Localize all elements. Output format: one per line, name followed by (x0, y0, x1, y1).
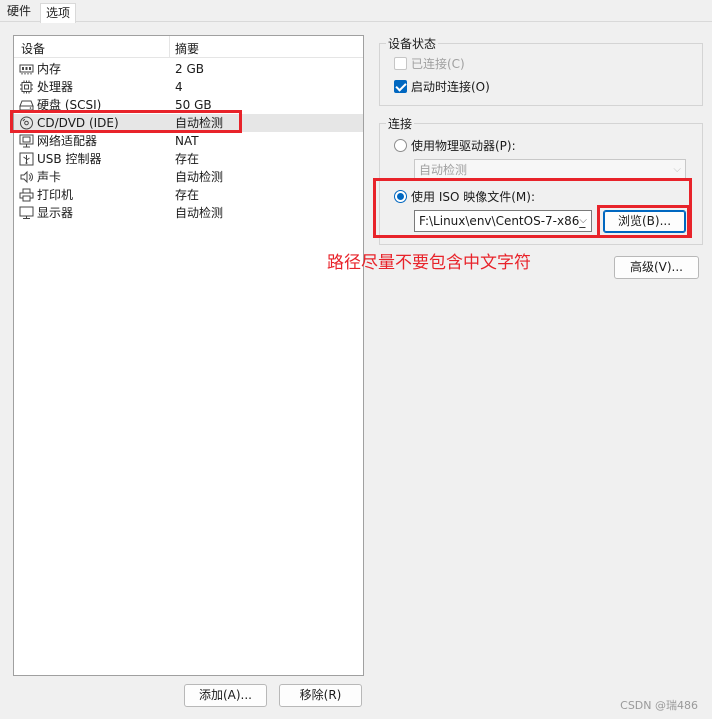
physical-drive-radio[interactable] (394, 139, 407, 152)
device-row-sound[interactable]: 声卡 自动检测 (14, 168, 363, 186)
device-list-header: 设备 摘要 (14, 36, 363, 58)
device-name: 显示器 (37, 206, 74, 220)
cd-icon (19, 116, 34, 130)
browse-button[interactable]: 浏览(B)... (603, 210, 686, 233)
device-name: 打印机 (37, 188, 74, 202)
connection-group: 连接 使用物理驱动器(P): 自动检测 ⌵ 使用 ISO 映像文件(M): F:… (379, 115, 703, 245)
device-row-usb[interactable]: USB 控制器 存在 (14, 150, 363, 168)
device-row-cd-dvd[interactable]: CD/DVD (IDE) 自动检测 (14, 114, 363, 132)
device-row-cpu[interactable]: 处理器 4 (14, 78, 363, 96)
device-summary: 存在 (175, 152, 200, 166)
usb-icon (19, 152, 34, 166)
device-row-network[interactable]: 网络适配器 NAT (14, 132, 363, 150)
device-summary: NAT (175, 134, 199, 148)
physical-drive-dropdown: 自动检测 ⌵ (414, 159, 686, 181)
device-list[interactable]: 设备 摘要 内存 2 GB 处理器 4 硬盘 (SCSI) 50 GB CD/D… (13, 35, 364, 676)
chevron-down-icon: ⌵ (673, 164, 681, 175)
device-summary: 自动检测 (175, 170, 224, 184)
device-summary: 自动检测 (175, 116, 224, 130)
group-title: 设备状态 (386, 35, 439, 52)
connect-on-power-checkbox[interactable] (394, 80, 407, 93)
device-status-group: 设备状态 已连接(C) 启动时连接(O) (379, 35, 703, 106)
tab-options[interactable]: 选项 (40, 3, 77, 23)
device-name: 网络适配器 (37, 134, 98, 148)
memory-icon (19, 62, 34, 76)
connected-checkbox[interactable] (394, 57, 407, 70)
device-row-harddisk[interactable]: 硬盘 (SCSI) 50 GB (14, 96, 363, 114)
column-header-summary[interactable]: 摘要 (175, 40, 199, 57)
device-row-printer[interactable]: 打印机 存在 (14, 186, 363, 204)
device-name: 处理器 (37, 80, 74, 94)
device-summary: 4 (175, 80, 183, 94)
iso-path-input[interactable]: F:\Linux\env\CentOS-7-x86_ ⌵ (414, 210, 592, 232)
physical-drive-label: 使用物理驱动器(P): (411, 139, 516, 153)
device-summary: 存在 (175, 188, 200, 202)
iso-path-value: F:\Linux\env\CentOS-7-x86_ (419, 214, 586, 228)
add-button[interactable]: 添加(A)... (184, 684, 267, 707)
advanced-button[interactable]: 高级(V)... (614, 256, 699, 279)
column-header-device[interactable]: 设备 (21, 40, 45, 57)
group-title: 连接 (386, 115, 415, 132)
device-summary: 2 GB (175, 62, 204, 76)
connected-option: 已连接(C) (394, 55, 465, 72)
harddisk-icon (19, 98, 34, 112)
device-summary: 自动检测 (175, 206, 224, 220)
physical-drive-value: 自动检测 (419, 163, 468, 177)
device-name: 硬盘 (SCSI) (37, 98, 102, 112)
device-name: CD/DVD (IDE) (37, 116, 119, 130)
device-name: USB 控制器 (37, 152, 102, 166)
device-summary: 50 GB (175, 98, 212, 112)
device-name: 声卡 (37, 170, 62, 184)
iso-option[interactable]: 使用 ISO 映像文件(M): (394, 188, 535, 205)
watermark: CSDN @瑞486 (620, 699, 698, 712)
connected-label: 已连接(C) (411, 57, 465, 71)
column-divider (169, 36, 170, 58)
chevron-down-icon[interactable]: ⌵ (579, 211, 587, 231)
remove-button[interactable]: 移除(R) (279, 684, 362, 707)
device-row-display[interactable]: 显示器 自动检测 (14, 204, 363, 222)
network-icon (19, 134, 34, 148)
connect-on-power-option[interactable]: 启动时连接(O) (394, 78, 490, 95)
iso-radio[interactable] (394, 190, 407, 203)
annotation-text: 路径尽量不要包含中文字符 (327, 253, 531, 273)
connect-on-power-label: 启动时连接(O) (411, 80, 490, 94)
tab-bar: 硬件 选项 (0, 0, 712, 23)
tab-hardware[interactable]: 硬件 (2, 2, 36, 22)
speaker-icon (19, 170, 34, 184)
device-name: 内存 (37, 62, 62, 76)
iso-label: 使用 ISO 映像文件(M): (411, 190, 535, 204)
printer-icon (19, 188, 34, 202)
cpu-icon (19, 80, 34, 94)
device-row-memory[interactable]: 内存 2 GB (14, 60, 363, 78)
monitor-icon (19, 206, 34, 220)
physical-drive-option[interactable]: 使用物理驱动器(P): (394, 137, 516, 154)
